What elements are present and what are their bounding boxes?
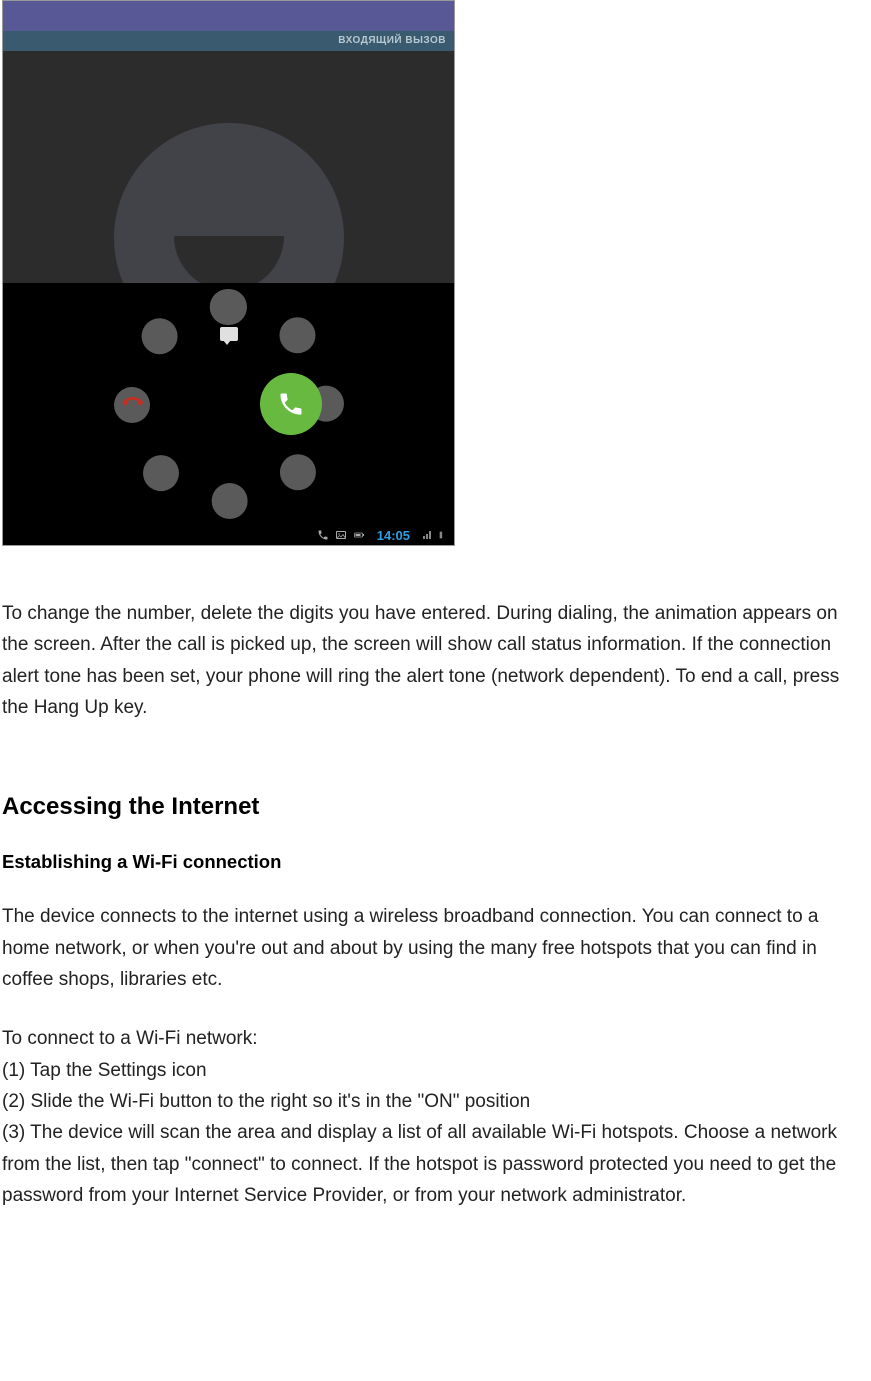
status-left-icons	[317, 529, 365, 541]
call-ring-area	[3, 283, 454, 525]
accept-call-button[interactable]	[260, 373, 322, 435]
phone-status-icon	[317, 529, 329, 541]
wifi-steps-block: To connect to a Wi-Fi network: (1) Tap t…	[2, 1023, 869, 1211]
step-3: (3) The device will scan the area and di…	[2, 1117, 869, 1211]
step-2: (2) Slide the Wi-Fi button to the right …	[2, 1086, 869, 1117]
caller-avatar	[114, 123, 344, 283]
signal-icon	[422, 529, 434, 541]
status-right-icons	[422, 529, 448, 541]
signal-bar-icon	[438, 529, 448, 541]
avatar-mouth	[174, 236, 284, 284]
caller-avatar-area	[3, 51, 454, 283]
subheading-wifi: Establishing a Wi-Fi connection	[2, 851, 869, 873]
image-status-icon	[335, 529, 347, 541]
decline-call-icon[interactable]	[118, 388, 146, 421]
incoming-call-bar: ВХОДЯЩИЙ ВЫЗОВ	[3, 31, 454, 51]
steps-intro: To connect to a Wi-Fi network:	[2, 1023, 869, 1054]
status-time: 14:05	[377, 528, 410, 543]
answer-ring[interactable]	[114, 289, 344, 519]
screenshot-status-bar: 14:05	[3, 525, 454, 545]
message-icon[interactable]	[220, 327, 238, 341]
paragraph-dialing: To change the number, delete the digits …	[2, 598, 869, 723]
heading-accessing-internet: Accessing the Internet	[2, 793, 869, 821]
battery-status-icon	[353, 529, 365, 541]
phone-screenshot: ВХОДЯЩИЙ ВЫЗОВ 14:05	[2, 0, 455, 546]
paragraph-wifi-intro: The device connects to the internet usin…	[2, 901, 869, 995]
screenshot-header-blank	[3, 1, 454, 31]
step-1: (1) Tap the Settings icon	[2, 1055, 869, 1086]
